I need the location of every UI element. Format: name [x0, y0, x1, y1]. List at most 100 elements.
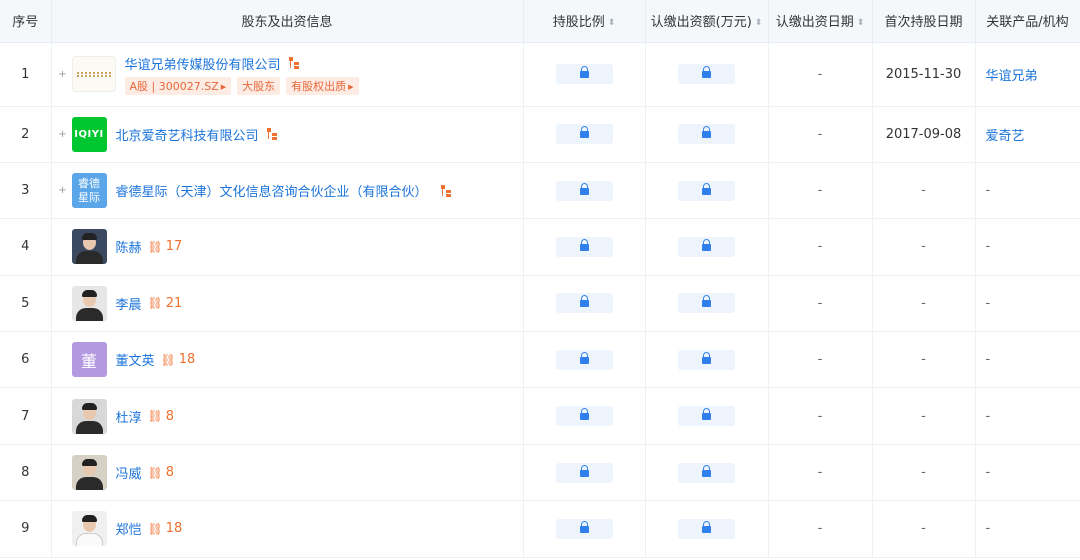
avatar — [71, 285, 107, 321]
row-index: 9 — [0, 500, 52, 558]
sort-icon[interactable]: ⬍ — [857, 18, 865, 28]
related-product: - — [975, 331, 1080, 389]
relation-icon: ⛓ — [147, 239, 163, 254]
lock-icon — [702, 295, 711, 308]
amount-locked[interactable] — [678, 518, 735, 539]
caret-right-icon: ▶ — [220, 82, 227, 91]
ratio-locked[interactable] — [555, 293, 613, 314]
sort-icon[interactable]: ⬍ — [608, 18, 616, 28]
amount-locked[interactable] — [678, 124, 735, 145]
relation-icon: ⛓ — [147, 296, 163, 311]
expand-icon[interactable]: + — [58, 129, 68, 140]
related-product: - — [975, 218, 1080, 276]
stock-tag[interactable]: A股 | 300027.SZ ▶ — [124, 76, 232, 95]
table-row: 4 + 陈赫 ⛓17 - - - — [0, 218, 1080, 276]
first-hold-date: - — [872, 331, 976, 389]
equity-pledge-tag[interactable]: 有股权出质 ▶ — [286, 76, 359, 95]
first-hold-date: - — [872, 162, 976, 220]
amount-locked[interactable] — [678, 406, 735, 427]
related-product-link[interactable]: 爱奇艺 — [975, 106, 1080, 163]
equity-tree-icon[interactable] — [440, 184, 452, 197]
shareholder-name-link[interactable]: 冯威 — [116, 463, 142, 482]
table-row: 7 + 杜淳 ⛓8 - - - — [0, 387, 1080, 445]
avatar: 董 — [71, 342, 107, 378]
lock-icon — [702, 182, 711, 195]
expand-icon[interactable]: + — [58, 185, 68, 196]
related-product-link[interactable]: 华谊兄弟 — [975, 42, 1080, 107]
relation-icon: ⛓ — [147, 465, 163, 480]
amount-locked[interactable] — [678, 236, 735, 257]
row-index: 3 — [0, 162, 52, 220]
ratio-locked[interactable] — [555, 518, 613, 539]
row-index: 7 — [0, 387, 52, 445]
row-index: 1 — [0, 42, 52, 107]
header-date[interactable]: 认缴出资日期 ⬍ — [768, 0, 873, 43]
lock-icon — [702, 66, 711, 78]
subscribe-date: - — [768, 42, 873, 107]
header-date-label: 认缴出资日期 — [775, 15, 854, 31]
related-count: 21 — [165, 295, 183, 311]
stock-tag-label: A股 | 300027.SZ — [129, 79, 219, 93]
relation-icon: ⛓ — [147, 409, 163, 424]
related-product: - — [975, 500, 1080, 558]
shareholder-name-link[interactable]: 董文英 — [116, 350, 155, 369]
table-row: 6 + 董 董文英 ⛓18 - - - — [0, 331, 1080, 389]
ratio-locked[interactable] — [555, 349, 613, 370]
table-row: 2 + IQIYI 北京爱奇艺科技有限公司 - 2017-09-08 爱奇艺 — [0, 106, 1080, 163]
ratio-locked[interactable] — [555, 180, 613, 201]
sort-icon[interactable]: ⬍ — [755, 18, 763, 28]
shareholder-name-link[interactable]: 华谊兄弟传媒股份有限公司 — [125, 54, 281, 73]
amount-locked[interactable] — [678, 293, 735, 314]
shareholder-name-link[interactable]: 睿德星际（天津）文化信息咨询合伙企业（有限合伙） — [116, 181, 428, 200]
header-ratio[interactable]: 持股比例 ⬍ — [523, 0, 646, 43]
related-count: 8 — [165, 465, 175, 481]
related-companies-link[interactable]: ⛓ 8 — [148, 409, 175, 424]
row-index: 5 — [0, 275, 52, 333]
lock-icon — [702, 520, 711, 533]
header-amount[interactable]: 认缴出资额(万元) ⬍ — [645, 0, 769, 43]
first-hold-date: - — [872, 444, 976, 502]
lock-icon — [579, 408, 589, 421]
relation-icon: ⛓ — [160, 352, 176, 367]
amount-locked[interactable] — [678, 349, 735, 370]
logo-text-line1: 睿德 — [78, 176, 100, 190]
subscribe-date: - — [768, 500, 873, 558]
avatar — [71, 455, 107, 491]
ratio-locked[interactable] — [555, 462, 613, 483]
related-companies-link[interactable]: ⛓ 18 — [161, 352, 196, 367]
header-ratio-label: 持股比例 — [552, 15, 605, 31]
expand-icon[interactable]: + — [58, 69, 68, 80]
related-companies-link[interactable]: ⛓ 17 — [148, 239, 183, 254]
shareholder-name-link[interactable]: 陈赫 — [116, 237, 142, 256]
ratio-locked[interactable] — [555, 236, 613, 257]
related-companies-link[interactable]: ⛓ 8 — [148, 465, 175, 480]
header-idx: 序号 — [0, 0, 52, 43]
row-index: 8 — [0, 444, 52, 502]
related-product: - — [975, 444, 1080, 502]
lock-icon — [702, 351, 711, 364]
shareholder-name-link[interactable]: 郑恺 — [116, 519, 142, 538]
shareholder-name-link[interactable]: 李晨 — [116, 294, 142, 313]
logo-text-line2: 星际 — [78, 190, 100, 204]
company-logo — [71, 56, 116, 92]
lock-icon — [702, 464, 711, 477]
equity-tree-icon[interactable] — [266, 128, 278, 141]
first-hold-date: - — [872, 218, 976, 276]
shareholder-name-link[interactable]: 北京爱奇艺科技有限公司 — [116, 125, 259, 144]
subscribe-date: - — [768, 106, 873, 163]
equity-tree-icon[interactable] — [288, 57, 300, 69]
lock-icon — [579, 238, 589, 251]
company-logo: IQIYI — [71, 116, 107, 152]
shareholder-name-link[interactable]: 杜淳 — [116, 407, 142, 426]
related-companies-link[interactable]: ⛓ 21 — [148, 296, 183, 311]
first-hold-date: - — [872, 275, 976, 333]
table-row: 1 + 华谊兄弟传媒股份有限公司 A股 | 300027.SZ ▶ 大股东 有股权… — [0, 42, 1080, 107]
ratio-locked[interactable] — [555, 64, 613, 84]
ratio-locked[interactable] — [555, 124, 613, 145]
amount-locked[interactable] — [678, 462, 735, 483]
related-companies-link[interactable]: ⛓ 18 — [148, 521, 183, 536]
ratio-locked[interactable] — [555, 406, 613, 427]
amount-locked[interactable] — [678, 64, 735, 84]
row-index: 6 — [0, 331, 52, 389]
amount-locked[interactable] — [678, 180, 735, 201]
